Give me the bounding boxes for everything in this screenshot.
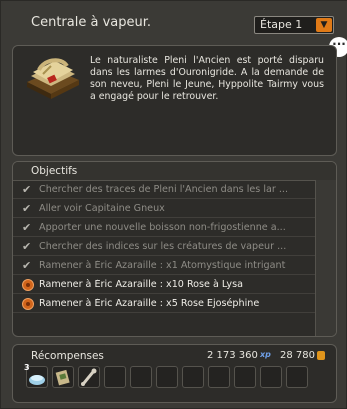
reward-slot-empty[interactable] [234,366,256,388]
checkmark-icon: ✔ [22,259,32,272]
checkmark-icon: ✔ [22,240,32,253]
checkmark-icon: ✔ [22,221,32,234]
reward-slot-empty[interactable] [104,366,126,388]
reward-kamas-value: 28 780 [280,350,315,361]
objective-row[interactable]: ✔ Ramener à Éric Azaraille : x1 Atomysti… [13,257,315,275]
objective-label: Ramener à Éric Azaraille : x10 Rose à Ly… [39,279,243,290]
checkmark-icon: ✔ [22,202,32,215]
reward-slot-empty[interactable] [182,366,204,388]
objective-label: Apporter une nouvelle boisson non-frigos… [39,222,286,233]
objectives-title: Objectifs [31,165,78,177]
target-icon [22,298,34,310]
objectives-box: Objectifs ✔ Chercher des traces de Pleni… [12,161,337,337]
objective-label: Chercher des traces de Pleni l'Ancien da… [39,184,289,195]
reward-slot[interactable]: 3 [24,363,48,388]
parchment-item-icon [55,369,70,386]
reward-slot[interactable] [52,366,74,388]
objective-row[interactable]: ✔ Aller voir Capitaine Gneux [13,200,315,218]
potion-item-icon [29,375,45,385]
reward-slot-empty[interactable] [286,366,308,388]
kama-icon [317,351,325,360]
objective-row[interactable]: ✔ Chercher des indices sur les créatures… [13,238,315,256]
checkmark-icon: ✔ [22,183,32,196]
step-dropdown-value: Étape 1 [260,18,303,31]
chevron-down-icon: ▼ [316,18,332,32]
quest-panel: Centrale à vapeur. Étape 1 ▼ ··· Le natu… [0,0,347,409]
rewards-box: Récompenses 2 173 360 xp 28 780 3 [12,344,337,403]
step-dropdown[interactable]: Étape 1 ▼ [254,16,334,34]
objective-label: Ramener à Éric Azaraille : x1 Atomystiqu… [39,260,286,271]
objectives-scrollbar[interactable] [315,180,336,336]
rewards-title: Récompenses [31,350,104,362]
bone-item-icon [81,368,97,386]
quest-scroll-icon [27,58,79,99]
item-count-badge: 3 [24,363,30,372]
xp-icon: xp [260,350,271,359]
objectives-header: Objectifs [13,162,336,181]
reward-xp-value: 2 173 360 [207,350,258,361]
objective-label: Ramener à Éric Azaraille : x5 Rose Ejosé… [39,298,260,309]
quest-header: Centrale à vapeur. Étape 1 ▼ [1,1,347,43]
quest-title: Centrale à vapeur. [31,15,151,30]
reward-slot[interactable] [78,366,100,388]
objective-row[interactable]: Ramener à Éric Azaraille : x5 Rose Ejosé… [13,295,315,313]
objective-label: Chercher des indices sur les créatures d… [39,241,287,252]
target-icon [22,279,34,291]
objective-row[interactable]: ✔ Chercher des traces de Pleni l'Ancien … [13,181,315,199]
reward-slot-empty[interactable] [260,366,282,388]
quest-description-box: Le naturaliste Pleni l'Ancien est porté … [12,45,337,156]
objective-row[interactable]: Ramener à Éric Azaraille : x10 Rose à Ly… [13,276,315,294]
quest-description-text: Le naturaliste Pleni l'Ancien est porté … [90,55,324,102]
reward-slot-empty[interactable] [156,366,178,388]
objective-label: Aller voir Capitaine Gneux [39,203,165,214]
objective-row[interactable]: ✔ Apporter une nouvelle boisson non-frig… [13,219,315,237]
reward-slot-empty[interactable] [208,366,230,388]
reward-slot-empty[interactable] [130,366,152,388]
